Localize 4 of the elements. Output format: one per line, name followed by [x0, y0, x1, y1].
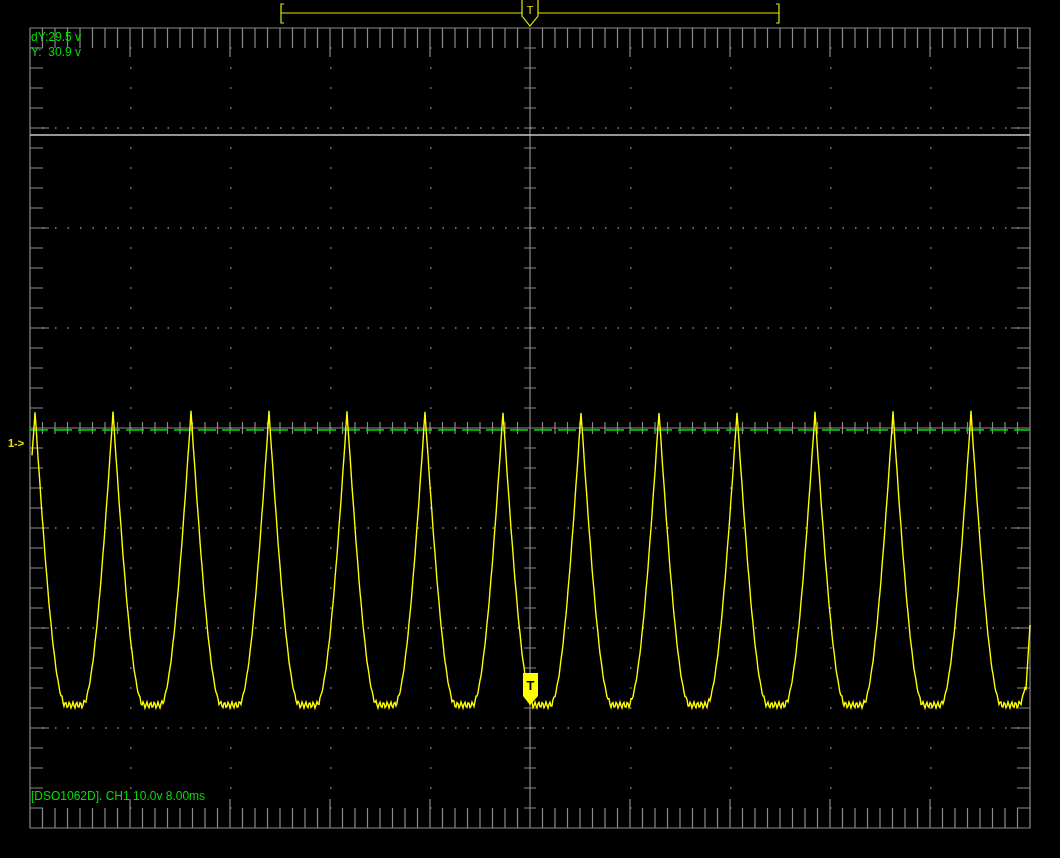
- status-line: [DSO1062D]. CH1 10.0v 8.00ms: [31, 789, 206, 803]
- trigger-marker: T: [523, 673, 538, 705]
- cursor-readout: Y: 30.9 v: [31, 45, 82, 59]
- channel-marker: 1->: [8, 436, 25, 450]
